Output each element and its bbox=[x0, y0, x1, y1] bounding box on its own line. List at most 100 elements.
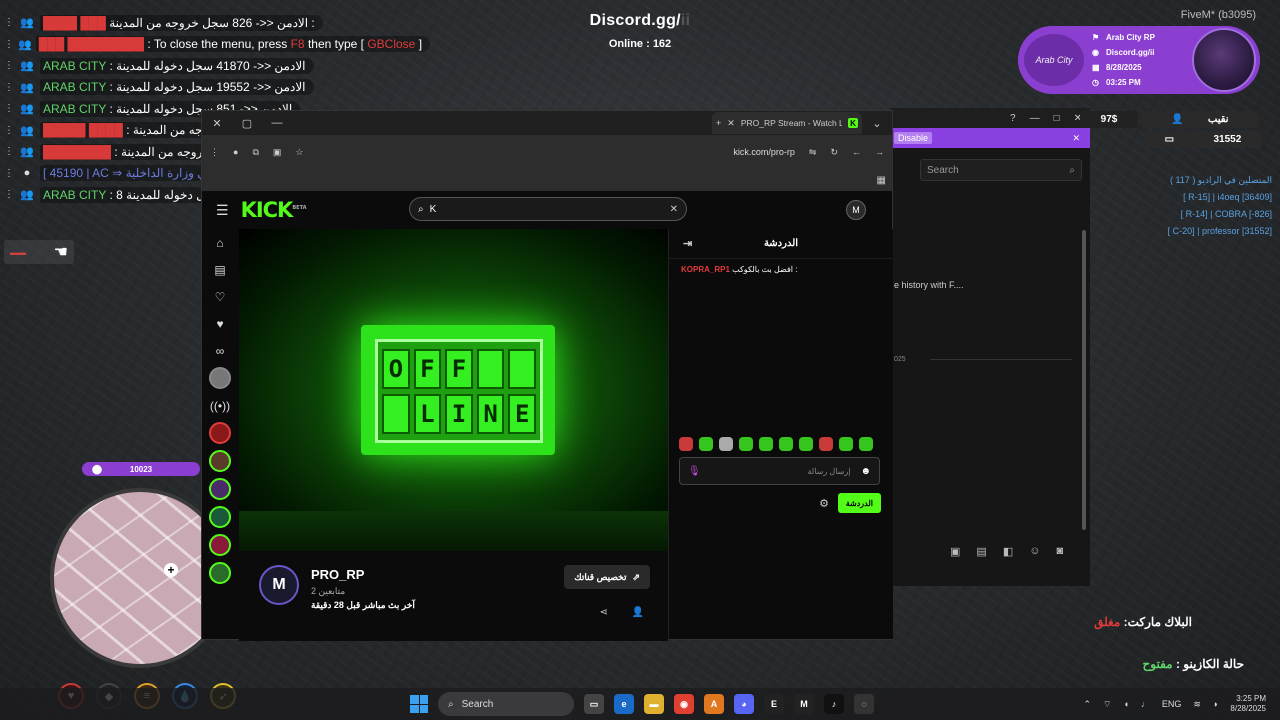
hamburger-menu-icon[interactable]: ☰ bbox=[216, 202, 229, 219]
microphone-icon[interactable]: 🎙 bbox=[688, 466, 701, 477]
emote-icon[interactable] bbox=[779, 437, 793, 451]
sticker-icon[interactable]: ◧ bbox=[1003, 545, 1013, 558]
customize-channel-button[interactable]: تخصيص قناتك ⇗ bbox=[564, 565, 650, 589]
emote-icon[interactable] bbox=[719, 437, 733, 451]
apps-grid-icon[interactable]: ▦ bbox=[877, 175, 886, 186]
add-user-icon[interactable]: 👤 bbox=[632, 607, 644, 618]
app-icon[interactable]: M bbox=[794, 694, 814, 714]
back-icon[interactable]: ← bbox=[852, 147, 861, 157]
emote-icon[interactable] bbox=[679, 437, 693, 451]
emote-icon[interactable] bbox=[799, 437, 813, 451]
search-input[interactable]: ⌕ K ✕ bbox=[409, 197, 687, 221]
gift-icon[interactable]: ▣ bbox=[950, 545, 960, 558]
list-item: [ R-15] | i4oeq [36409] bbox=[1183, 192, 1272, 202]
menu-dots-icon[interactable]: ⋮ bbox=[210, 147, 219, 158]
reader-icon[interactable]: ▣ bbox=[273, 147, 282, 158]
channel-avatar[interactable] bbox=[209, 367, 231, 389]
channel-avatar[interactable] bbox=[209, 478, 231, 500]
forward-icon[interactable]: → bbox=[875, 147, 884, 157]
emote-icon[interactable] bbox=[739, 437, 753, 451]
chrome-icon[interactable]: ◉ bbox=[674, 694, 694, 714]
channel-avatar[interactable] bbox=[209, 506, 231, 528]
emoji-icon[interactable]: ☺ bbox=[1029, 545, 1040, 558]
channel-avatar[interactable] bbox=[209, 422, 231, 444]
channel-avatar[interactable] bbox=[209, 450, 231, 472]
reload-icon[interactable]: ↻ bbox=[830, 147, 838, 158]
clock[interactable]: 3:25 PM 8/28/2025 bbox=[1230, 694, 1266, 714]
home-icon[interactable]: ⌂ bbox=[216, 229, 223, 256]
channel-avatar[interactable] bbox=[209, 534, 231, 556]
task-view-icon[interactable]: ▭ bbox=[584, 694, 604, 714]
taskbar-search[interactable]: ⌕ Search bbox=[438, 692, 574, 716]
send-chat-button[interactable]: الدردشة bbox=[837, 493, 881, 513]
maximize-icon[interactable]: □ bbox=[1054, 113, 1060, 124]
channel-avatar[interactable]: M bbox=[259, 565, 299, 605]
emote-icon[interactable] bbox=[759, 437, 773, 451]
gear-icon[interactable]: ⚙ bbox=[819, 497, 829, 510]
link-icon[interactable]: ∞ bbox=[216, 337, 225, 364]
epic-games-icon[interactable]: E bbox=[764, 694, 784, 714]
list-item: [ C-20] | professor [31552] bbox=[1167, 226, 1272, 236]
emote-icon[interactable] bbox=[839, 437, 853, 451]
close-icon[interactable]: ✕ bbox=[1072, 133, 1080, 144]
heart-icon[interactable]: ♥ bbox=[216, 310, 223, 337]
casino-status: حالة الكازينو : مفتوح bbox=[1142, 657, 1244, 671]
year-label: 025 bbox=[894, 356, 906, 363]
tab-list-icon[interactable]: ⌄ bbox=[862, 117, 892, 130]
search-input[interactable]: Search ⌕ bbox=[920, 159, 1082, 181]
collapse-chat-icon[interactable]: ⇥ bbox=[683, 237, 692, 250]
video-player[interactable]: OFF LINE bbox=[239, 229, 668, 551]
user-icon: 👤 bbox=[1171, 114, 1184, 125]
new-tab-icon[interactable]: + bbox=[716, 118, 721, 128]
folder-icon[interactable]: ▬ bbox=[644, 694, 664, 714]
help-icon[interactable]: ? bbox=[1010, 113, 1016, 124]
app-icon[interactable]: A bbox=[704, 694, 724, 714]
edge-icon[interactable]: e bbox=[614, 694, 634, 714]
last-live: آخر بث مباشر قبل 28 دقيقة bbox=[311, 600, 415, 610]
disable-button[interactable]: Disable bbox=[894, 132, 933, 144]
live-icon[interactable]: ((•)) bbox=[210, 392, 230, 419]
start-button[interactable] bbox=[410, 695, 428, 713]
app-icon[interactable]: ◌ bbox=[854, 694, 874, 714]
browser-window: ✕ ▢ — + ✕ PRO_RP Stream - Watch Live on … bbox=[201, 110, 893, 641]
tiktok-icon[interactable]: ♪ bbox=[824, 694, 844, 714]
follower-count: متابعين 2 bbox=[311, 586, 346, 596]
restore-window-icon[interactable]: ▢ bbox=[232, 117, 262, 130]
user-avatar[interactable]: M bbox=[846, 200, 866, 220]
share-icon[interactable]: ⋖ bbox=[600, 607, 608, 618]
emote-icon[interactable] bbox=[699, 437, 713, 451]
scrollbar[interactable] bbox=[1082, 230, 1086, 530]
language-indicator[interactable]: ENG bbox=[1162, 699, 1182, 709]
search-icon: ⌕ bbox=[418, 203, 424, 215]
close-tab-icon[interactable]: ✕ bbox=[727, 118, 735, 129]
minimize-icon[interactable]: — bbox=[1030, 113, 1040, 124]
extensions-icon[interactable]: ⧉ bbox=[252, 147, 258, 158]
site-settings-icon[interactable]: ⇋ bbox=[809, 147, 817, 158]
emoji-icon[interactable]: ☻ bbox=[860, 466, 871, 477]
close-window-icon[interactable]: ✕ bbox=[202, 117, 232, 130]
microphone-icon[interactable]: ♩ bbox=[1141, 699, 1150, 709]
browse-icon[interactable]: ▤ bbox=[214, 256, 225, 283]
speaker-icon[interactable]: ◗ bbox=[1213, 699, 1218, 709]
profile-icon[interactable]: ● bbox=[233, 147, 238, 157]
url-bar[interactable]: kick.com/pro-rp bbox=[733, 147, 795, 157]
discord-icon[interactable]: ◕ bbox=[734, 694, 754, 714]
user-icon: 👥 bbox=[20, 124, 34, 137]
minimize-window-icon[interactable]: — bbox=[262, 117, 292, 129]
emote-icon[interactable] bbox=[859, 437, 873, 451]
wifi-icon[interactable]: ≋ bbox=[1193, 699, 1201, 710]
channel-name[interactable]: PRO_RP bbox=[311, 567, 364, 582]
game-icon[interactable]: ◙ bbox=[1056, 545, 1063, 558]
clear-search-icon[interactable]: ✕ bbox=[670, 204, 678, 215]
volume-icon[interactable]: ◖ bbox=[1123, 699, 1128, 709]
network-icon[interactable]: ⌔ bbox=[1103, 699, 1111, 710]
gif-icon[interactable]: ▤ bbox=[976, 545, 986, 558]
chat-input[interactable]: 🎙 إرسال رسالة ☻ bbox=[679, 457, 880, 485]
kick-logo[interactable]: KICKBETA bbox=[241, 198, 307, 222]
chevron-up-icon[interactable]: ⌃ bbox=[1083, 699, 1091, 710]
emote-icon[interactable] bbox=[819, 437, 833, 451]
browser-tab[interactable]: + ✕ PRO_RP Stream - Watch Live on Kick K bbox=[712, 112, 862, 134]
bookmark-icon[interactable]: ☆ bbox=[295, 147, 303, 158]
channel-avatar[interactable] bbox=[209, 562, 231, 584]
following-icon[interactable]: ♡ bbox=[215, 283, 226, 310]
